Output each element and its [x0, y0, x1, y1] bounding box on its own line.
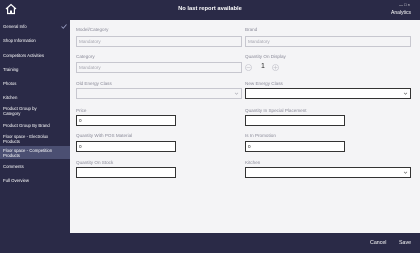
check-icon [61, 24, 67, 29]
is-in-promotion-label: Is In Promotion [245, 133, 276, 138]
sidebar-item-label: Product Group by Category [3, 106, 37, 116]
quantity-on-stock-input[interactable] [76, 167, 176, 178]
sidebar: General Info Shop Information Competitor… [0, 20, 70, 233]
sidebar-item-kitchen[interactable]: Kitchen [0, 95, 70, 100]
save-button[interactable]: Save [399, 240, 411, 246]
old-energy-class-label: Old Energy Class [76, 81, 112, 86]
chevron-down-icon [234, 92, 239, 95]
quantity-pos-material-label: Quantity With POS Material [76, 133, 133, 138]
price-label: Price [76, 108, 87, 113]
sidebar-item-competitors-activities[interactable]: Competitors Activities [0, 53, 70, 58]
sidebar-item-comments[interactable]: Comments [0, 164, 70, 169]
sidebar-item-label: Floor space - Competition Products [3, 147, 53, 158]
sidebar-item-label: Training [3, 67, 19, 72]
category-field[interactable]: Mandatory [76, 62, 242, 73]
sidebar-item-training[interactable]: Training [0, 67, 70, 72]
sidebar-item-label: Kitchen [3, 95, 18, 100]
sidebar-item-shop-information[interactable]: Shop Information [0, 38, 70, 43]
kitchen-label: Kitchen [245, 160, 261, 165]
sidebar-item-label: Competitors Activities [3, 53, 45, 58]
quantity-on-display-label: Quantity On Display [245, 54, 286, 59]
page-title: No last report available [178, 6, 242, 12]
model-category-label: Model/Category [76, 27, 109, 32]
sidebar-item-product-group-by-brand[interactable]: Product Group By Brand [0, 123, 70, 128]
sidebar-item-full-overview[interactable]: Full Overview [0, 178, 70, 183]
category-label: Category [76, 54, 95, 59]
chevron-down-icon [403, 92, 408, 95]
sidebar-item-general-info[interactable]: General Info [0, 24, 70, 29]
minus-icon[interactable] [245, 64, 252, 71]
sidebar-item-label: Photos [3, 81, 17, 86]
window-controls[interactable]: — □ × [399, 2, 410, 7]
brand-label: Brand [245, 27, 258, 32]
form-panel: Model/Category Mandatory Brand Mandatory… [70, 20, 420, 233]
is-in-promotion-input[interactable]: 0 [245, 141, 345, 152]
plus-icon[interactable] [272, 64, 279, 71]
sidebar-item-label: Shop Information [3, 38, 36, 43]
quantity-pos-material-input[interactable]: 0 [76, 141, 176, 152]
sidebar-item-label: General Info [3, 24, 27, 29]
bottom-bar: Cancel Save [0, 233, 420, 253]
analytics-label[interactable]: Analytics [391, 10, 411, 16]
old-energy-class-select[interactable] [76, 88, 242, 99]
sidebar-item-floor-space-competition[interactable]: Floor space - Competition Products [0, 146, 70, 159]
top-bar: No last report available — □ × Analytics [0, 0, 420, 20]
sidebar-item-label: Full Overview [3, 178, 30, 183]
sidebar-item-label: Floor space - Electrolux Products [3, 134, 49, 144]
quantity-on-stock-label: Quantity On Stock [76, 160, 114, 165]
quantity-special-placement-label: Quantity In Special Placement [245, 108, 307, 113]
chevron-down-icon [403, 171, 408, 174]
quantity-on-display-stepper[interactable]: 1 [245, 61, 285, 75]
quantity-on-display-value: 1 [261, 63, 265, 70]
cancel-button[interactable]: Cancel [370, 240, 387, 246]
sidebar-item-label: Product Group By Brand [3, 123, 50, 128]
sidebar-item-floor-space-electrolux[interactable]: Floor space - Electrolux Products [0, 134, 60, 144]
brand-field[interactable]: Mandatory [245, 36, 411, 47]
quantity-special-placement-input[interactable] [245, 115, 345, 126]
new-energy-class-select[interactable] [245, 88, 411, 99]
kitchen-select[interactable] [245, 167, 411, 178]
sidebar-item-photos[interactable]: Photos [0, 81, 70, 86]
new-energy-class-label: New Energy Class [245, 81, 283, 86]
sidebar-item-product-group-by-category[interactable]: Product Group by Category [0, 106, 45, 116]
sidebar-item-label: Comments [3, 164, 24, 169]
model-category-field[interactable]: Mandatory [76, 36, 242, 47]
price-input[interactable]: 0 [76, 115, 176, 126]
